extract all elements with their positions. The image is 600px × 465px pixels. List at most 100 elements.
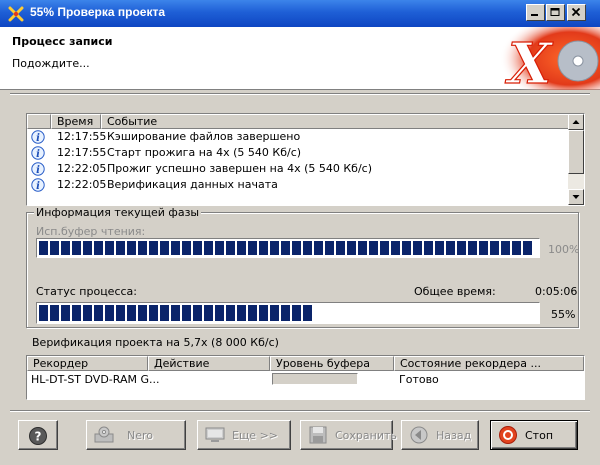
log-time: 12:22:05 bbox=[57, 162, 107, 175]
scroll-up-button[interactable] bbox=[568, 114, 584, 130]
back-button-label: Назад bbox=[436, 429, 472, 442]
progress-block bbox=[314, 241, 323, 255]
progress-block bbox=[424, 241, 433, 255]
progress-block bbox=[116, 241, 125, 255]
progress-block bbox=[171, 305, 180, 321]
title-bar[interactable]: 55% Проверка проекта bbox=[0, 0, 600, 27]
minimize-button[interactable] bbox=[526, 4, 545, 21]
floppy-disk-icon bbox=[309, 426, 327, 444]
progress-block bbox=[182, 305, 191, 321]
log-event: Верификация данных начата bbox=[107, 178, 278, 191]
header-title: Процесс записи bbox=[12, 35, 113, 48]
read-buffer-fill bbox=[38, 240, 538, 256]
progress-block bbox=[127, 305, 136, 321]
more-button-label: Еще >> bbox=[232, 429, 279, 442]
log-event: Прожиг успешно завершен на 4x (5 540 Кб/… bbox=[107, 162, 373, 175]
progress-block bbox=[303, 241, 312, 255]
info-icon: i bbox=[31, 146, 45, 160]
recorder-name[interactable]: HL-DT-ST DVD-RAM G... bbox=[31, 373, 160, 386]
read-buffer-label: Исп.буфер чтения: bbox=[36, 225, 146, 238]
column-recorder-state[interactable]: Состояние рекордера ... bbox=[394, 356, 584, 371]
process-progress-fill bbox=[38, 304, 538, 322]
total-time-label: Общее время: bbox=[414, 285, 496, 298]
progress-block bbox=[281, 241, 290, 255]
column-buffer-level[interactable]: Уровень буфера bbox=[270, 356, 394, 371]
svg-text:i: i bbox=[36, 181, 40, 192]
progress-block bbox=[94, 241, 103, 255]
progress-block bbox=[457, 241, 466, 255]
progress-block bbox=[226, 241, 235, 255]
process-status-label: Статус процесса: bbox=[36, 285, 137, 298]
maximize-button[interactable] bbox=[546, 4, 565, 21]
progress-block bbox=[512, 241, 521, 255]
nero-button[interactable]: Nero bbox=[86, 420, 186, 450]
progress-block bbox=[160, 241, 169, 255]
event-log-list[interactable]: Время Событие i 12:17:55 Кэширование фай… bbox=[26, 113, 585, 206]
log-scrollbar[interactable] bbox=[568, 114, 584, 205]
progress-block bbox=[171, 241, 180, 255]
column-icon[interactable] bbox=[27, 114, 51, 129]
progress-block bbox=[446, 241, 455, 255]
column-time[interactable]: Время bbox=[51, 114, 101, 129]
progress-block bbox=[259, 305, 268, 321]
progress-block bbox=[160, 305, 169, 321]
progress-block bbox=[259, 241, 268, 255]
column-event[interactable]: Событие bbox=[101, 114, 569, 129]
svg-text:i: i bbox=[36, 149, 40, 160]
progress-block bbox=[204, 241, 213, 255]
back-button[interactable]: Назад bbox=[401, 420, 479, 450]
progress-block bbox=[50, 305, 59, 321]
stop-button[interactable]: Стоп bbox=[490, 420, 578, 450]
total-time-value: 0:05:06 bbox=[535, 285, 578, 298]
svg-text:i: i bbox=[36, 133, 40, 144]
read-buffer-value: 100% bbox=[548, 243, 580, 256]
progress-block bbox=[248, 305, 257, 321]
progress-block bbox=[292, 241, 301, 255]
info-icon: i bbox=[31, 162, 45, 176]
help-glyph: ? bbox=[35, 430, 42, 444]
progress-block bbox=[468, 241, 477, 255]
help-button[interactable]: ? bbox=[18, 420, 58, 450]
log-row[interactable]: i 12:22:05 Верификация данных начата bbox=[27, 177, 567, 193]
recorder-state: Готово bbox=[399, 373, 439, 386]
stop-button-label: Стоп bbox=[525, 429, 554, 442]
monitor-icon bbox=[205, 427, 225, 442]
log-row[interactable]: i 12:22:05 Прожиг успешно завершен на 4x… bbox=[27, 161, 567, 177]
maximize-icon bbox=[550, 8, 560, 16]
save-button[interactable]: Сохранить bbox=[300, 420, 397, 450]
progress-block bbox=[215, 241, 224, 255]
close-icon bbox=[571, 8, 581, 17]
progress-block bbox=[523, 241, 532, 255]
window-title: 55% Проверка проекта bbox=[30, 5, 166, 19]
progress-block bbox=[270, 305, 279, 321]
close-button[interactable] bbox=[567, 4, 586, 21]
nero-button-label: Nero bbox=[127, 429, 154, 442]
progress-block bbox=[182, 241, 191, 255]
progress-block bbox=[127, 241, 136, 255]
log-row[interactable]: i 12:17:55 Кэширование файлов завершено bbox=[27, 129, 567, 145]
progress-block bbox=[215, 305, 224, 321]
scroll-down-button[interactable] bbox=[568, 189, 584, 205]
column-recorder[interactable]: Рекордер bbox=[27, 356, 148, 371]
progress-block bbox=[336, 241, 345, 255]
progress-block bbox=[72, 305, 81, 321]
log-row[interactable]: i 12:17:55 Старт прожига на 4x (5 540 Кб… bbox=[27, 145, 567, 161]
info-icon: i bbox=[31, 130, 45, 144]
progress-block bbox=[39, 305, 48, 321]
progress-block bbox=[39, 241, 48, 255]
column-action[interactable]: Действие bbox=[148, 356, 270, 371]
log-time: 12:17:55 bbox=[57, 146, 107, 159]
progress-block bbox=[138, 241, 147, 255]
progress-block bbox=[358, 241, 367, 255]
progress-block bbox=[303, 305, 312, 321]
scroll-thumb[interactable] bbox=[568, 130, 584, 174]
progress-block bbox=[204, 305, 213, 321]
more-button[interactable]: Еще >> bbox=[197, 420, 291, 450]
process-progress-value: 55% bbox=[551, 308, 576, 321]
progress-block bbox=[149, 305, 158, 321]
progress-block bbox=[61, 241, 70, 255]
nero-burning-logo: X bbox=[500, 27, 600, 90]
header-subtitle: Подождите... bbox=[12, 57, 90, 70]
recorder-table[interactable]: Рекордер Действие Уровень буфера Состоян… bbox=[26, 355, 585, 400]
process-progress-bar bbox=[36, 302, 540, 324]
